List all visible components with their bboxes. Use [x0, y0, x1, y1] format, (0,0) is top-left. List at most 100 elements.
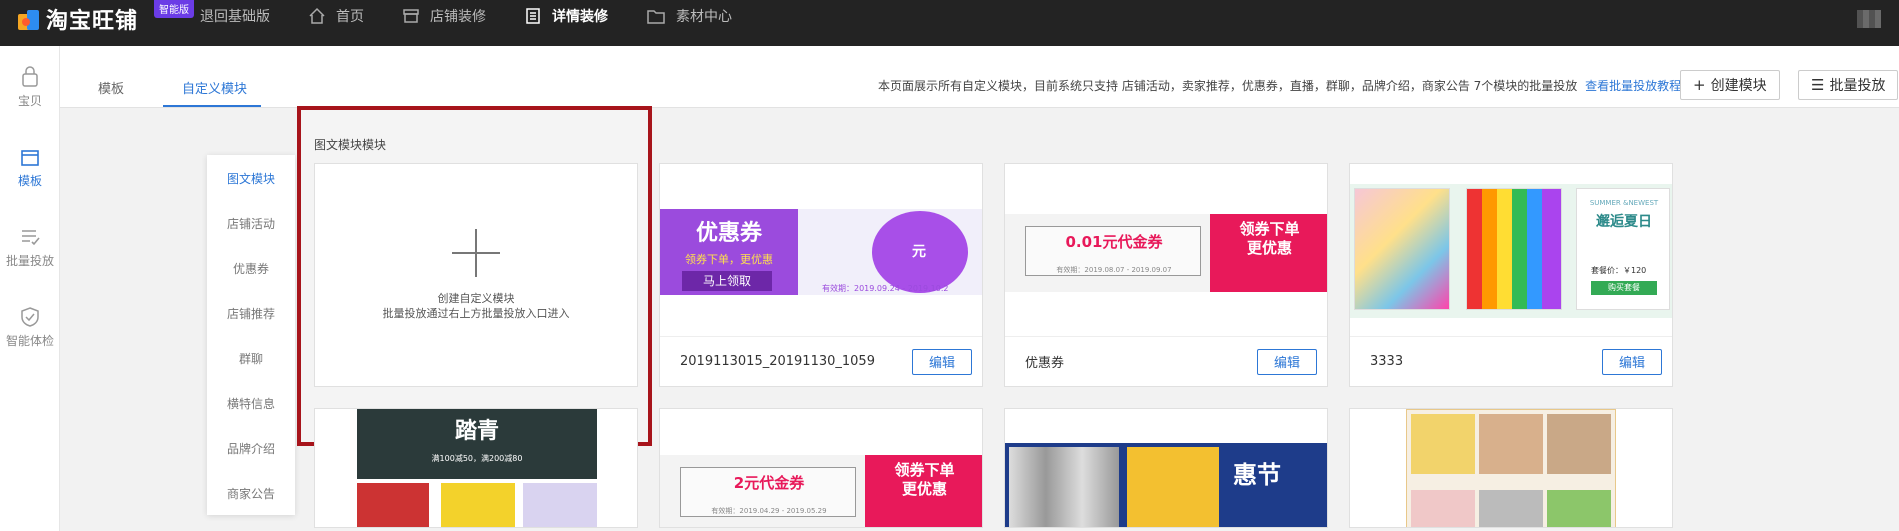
thumb-right-text: 领券下单 更优惠 [1239, 220, 1300, 257]
create-module-button[interactable]: + 创建模块 [1680, 70, 1780, 100]
product-image [1466, 188, 1562, 310]
category-item[interactable]: 优惠券 [207, 260, 295, 277]
nav-material-center[interactable]: 素材中心 [646, 6, 732, 26]
sidebar-item-label: 模板 [17, 174, 42, 188]
card-footer: 优惠券 编辑 [1005, 336, 1327, 386]
batch-tutorial-link[interactable]: 查看批量投放教程 [1585, 79, 1681, 93]
thumb-right-text: 领券下单 更优惠 [894, 461, 955, 498]
thumb-amount: 2元代金券 [733, 474, 805, 492]
product-image [1411, 414, 1475, 474]
plus-icon [452, 229, 500, 277]
thumb-circle-text: 元 [912, 244, 926, 260]
edit-button[interactable]: 编辑 [1602, 348, 1662, 375]
top-nav: 退回基础版 首页 店铺装修 详情装修 素材中心 [200, 0, 770, 32]
thumb-date: 有效期：2019.09.24 - 2019.10.2 [822, 284, 949, 293]
category-menu: 图文模块 店铺活动 优惠券 店铺推荐 群聊 横特信息 品牌介绍 商家公告 [207, 155, 295, 515]
module-card[interactable]: 2元代金券 有效期：2019.04.29 - 2019.05.29 领券下单 更… [659, 408, 983, 528]
product-image [357, 483, 429, 527]
category-item[interactable]: 品牌介绍 [207, 440, 295, 457]
sidebar-item-health-check[interactable]: 智能体检 [0, 306, 60, 349]
thumb-amount: 0.01元代金券 [1065, 233, 1163, 251]
module-name: 优惠券 [1025, 356, 1065, 371]
create-custom-module-card[interactable]: 创建自定义模块 批量投放通过右上方批量投放入口进入 [314, 163, 638, 387]
shield-check-icon [21, 307, 39, 327]
category-item[interactable]: 图文模块 [207, 170, 295, 187]
nav-home[interactable]: 首页 [308, 6, 364, 26]
logo-icon [18, 8, 40, 30]
module-name: 2019113015_20191130_1059 [680, 354, 875, 369]
edit-button[interactable]: 编辑 [912, 348, 972, 375]
module-thumbnail: SUMMER &NEWEST 邂逅夏日 套餐价：￥120 购买套餐 [1350, 184, 1672, 318]
nav-store-decor[interactable]: 店铺装修 [402, 6, 486, 26]
tab-templates[interactable]: 模板 [98, 78, 124, 97]
module-card[interactable] [1349, 408, 1673, 528]
thumb-title: 优惠券 [695, 221, 762, 246]
batch-notice: 本页面展示所有自定义模块，目前系统只支持 店铺活动，卖家推荐，优惠券，直播，群聊… [878, 77, 1681, 94]
edition-badge: 智能版 [154, 0, 194, 18]
create-card-text: 创建自定义模块 批量投放通过右上方批量投放入口进入 [383, 291, 570, 321]
product-image [1354, 188, 1450, 310]
create-line-2: 批量投放通过右上方批量投放入口进入 [382, 307, 570, 320]
module-card[interactable]: 惠节 [1004, 408, 1328, 528]
batch-deploy-button[interactable]: ☰ 批量投放 [1798, 70, 1899, 100]
thumb-price: 套餐价：￥120 [1591, 266, 1647, 275]
nav-detail-decor[interactable]: 详情装修 [524, 6, 608, 26]
module-card[interactable]: 优惠券 领券下单，更优惠 马上领取 元 有效期：2019.09.24 - 201… [659, 163, 983, 387]
left-sidebar: 宝贝 模板 批量投放 智能体检 [0, 46, 60, 531]
module-card[interactable]: 踏青 满100减50，满200减80 [314, 408, 638, 528]
module-thumbnail: 0.01元代金券 有效期：2019.08.07 - 2019.09.07 领券下… [1005, 214, 1327, 292]
product-image [1547, 414, 1611, 474]
top-bar: 淘宝旺铺 智能版 退回基础版 首页 店铺装修 详情装修 素材中心 [0, 0, 1899, 46]
thumb-buy: 购买套餐 [1591, 281, 1657, 295]
sidebar-item-products[interactable]: 宝贝 [0, 66, 60, 109]
product-image [1411, 490, 1475, 527]
module-card[interactable]: 0.01元代金券 有效期：2019.08.07 - 2019.09.07 领券下… [1004, 163, 1328, 387]
module-thumbnail: 惠节 [1005, 443, 1327, 527]
edit-button[interactable]: 编辑 [1257, 348, 1317, 375]
sidebar-item-label: 批量投放 [5, 254, 54, 268]
thumb-sub: 领券下单，更优惠 [685, 253, 773, 266]
tab-bar: 模板 自定义模块 本页面展示所有自定义模块，目前系统只支持 店铺活动，卖家推荐，… [60, 46, 1899, 108]
user-avatar[interactable] [1857, 10, 1881, 28]
product-image [1127, 447, 1219, 527]
home-icon [309, 7, 325, 24]
product-image [1479, 490, 1543, 527]
thumb-sub: 满100减50，满200减80 [431, 454, 523, 463]
card-footer: 3333 编辑 [1350, 336, 1672, 386]
thumb-date: 有效期：2019.04.29 - 2019.05.29 [711, 507, 827, 515]
thumb-banner: 惠节 [1233, 461, 1281, 489]
module-thumbnail: 踏青 满100减50，满200减80 [357, 409, 597, 479]
module-thumbnail: 2元代金券 有效期：2019.04.29 - 2019.05.29 领券下单 更… [660, 455, 982, 527]
module-card[interactable]: SUMMER &NEWEST 邂逅夏日 套餐价：￥120 购买套餐 3333 编… [1349, 163, 1673, 387]
module-name: 3333 [1370, 354, 1404, 369]
list-icon: ☰ [1811, 76, 1825, 94]
category-item[interactable]: 横特信息 [207, 395, 295, 412]
product-image [1547, 490, 1611, 527]
bag-icon [22, 66, 38, 87]
create-line-1: 创建自定义模块 [437, 292, 515, 305]
category-item[interactable]: 店铺活动 [207, 215, 295, 232]
category-item[interactable]: 群聊 [207, 350, 295, 367]
sidebar-item-templates[interactable]: 模板 [0, 146, 60, 189]
module-thumbnail [1406, 409, 1616, 527]
nav-label: 首页 [336, 9, 364, 25]
folder-icon [647, 10, 665, 24]
tab-custom-modules[interactable]: 自定义模块 [182, 78, 247, 97]
category-item[interactable]: 店铺推荐 [207, 305, 295, 322]
notice-text: 本页面展示所有自定义模块，目前系统只支持 店铺活动，卖家推荐，优惠券，直播，群聊… [878, 79, 1578, 93]
category-item[interactable]: 商家公告 [207, 485, 295, 502]
main-area: 模板 自定义模块 本页面展示所有自定义模块，目前系统只支持 店铺活动，卖家推荐，… [60, 46, 1899, 531]
module-thumbnail: 优惠券 领券下单，更优惠 马上领取 元 有效期：2019.09.24 - 201… [660, 209, 982, 295]
thumb-date: 有效期：2019.08.07 - 2019.09.07 [1056, 266, 1172, 274]
active-tab-indicator [163, 105, 261, 107]
taobao-wangpu-logo[interactable]: 淘宝旺铺 [18, 4, 138, 34]
template-icon [21, 150, 39, 166]
sidebar-item-batch[interactable]: 批量投放 [0, 226, 60, 269]
document-icon [526, 8, 540, 24]
thumb-button: 马上领取 [682, 271, 772, 291]
sidebar-item-label: 宝贝 [17, 94, 42, 108]
product-image [523, 483, 597, 527]
nav-back-basic[interactable]: 退回基础版 [200, 6, 270, 26]
batch-deploy-label: 批量投放 [1829, 78, 1886, 94]
plus-icon: + [1693, 76, 1706, 94]
